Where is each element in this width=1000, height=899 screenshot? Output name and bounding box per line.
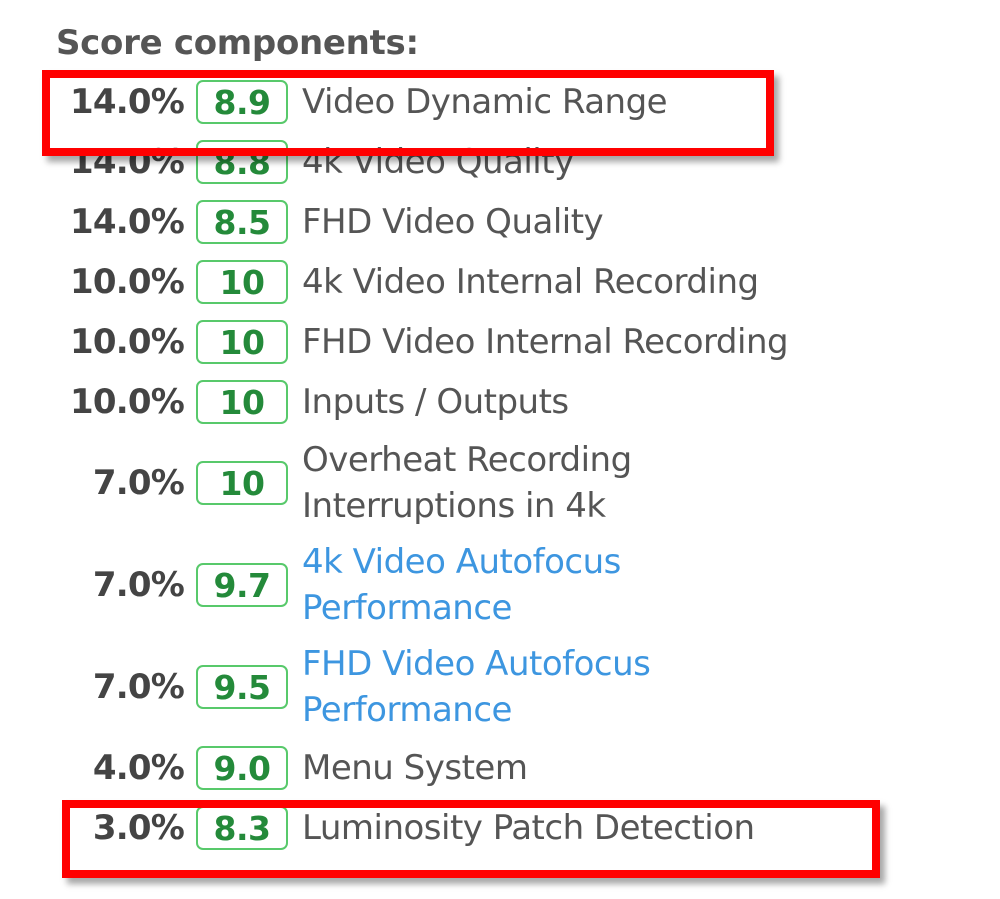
component-label-line: Interruptions in 4k <box>302 486 606 526</box>
component-weight: 3.0% <box>92 808 185 848</box>
component-label: Menu System <box>302 748 528 788</box>
component-row-fhd-video-quality: 14.0% 8.5 FHD Video Quality <box>56 192 956 252</box>
component-score-badge: 10 <box>196 320 288 364</box>
component-weight: 7.0% <box>92 463 185 503</box>
component-weight: 4.0% <box>92 748 185 788</box>
component-label-line[interactable]: FHD Video Autofocus <box>302 644 651 684</box>
component-score-badge: 8.3 <box>196 806 288 850</box>
component-row-video-dynamic-range: 14.0% 8.9 Video Dynamic Range <box>56 72 956 132</box>
component-score-badge: 8.8 <box>196 140 288 184</box>
component-weight: 10.0% <box>70 322 185 362</box>
component-label: Inputs / Outputs <box>302 382 569 422</box>
component-score-badge: 9.7 <box>196 563 288 607</box>
component-label: Overheat Recording Interruptions in 4k <box>302 437 632 529</box>
component-weight: 10.0% <box>70 262 185 302</box>
component-weight: 10.0% <box>70 382 185 422</box>
component-link-4k-autofocus[interactable]: 4k Video Autofocus Performance <box>302 539 621 631</box>
component-label-line: Overheat Recording <box>302 440 632 480</box>
component-row-menu-system: 4.0% 9.0 Menu System <box>56 738 956 798</box>
component-weight: 14.0% <box>70 202 185 242</box>
component-label: Video Dynamic Range <box>302 82 668 122</box>
component-label: FHD Video Quality <box>302 202 604 242</box>
component-weight: 14.0% <box>70 82 185 122</box>
component-score-badge: 8.9 <box>196 80 288 124</box>
component-label-line[interactable]: Performance <box>302 690 512 730</box>
component-row-4k-video-quality: 14.0% 8.8 4k Video Quality <box>56 132 956 192</box>
component-score-badge: 10 <box>196 260 288 304</box>
component-label-line[interactable]: Performance <box>302 588 512 628</box>
component-row-fhd-internal-recording: 10.0% 10 FHD Video Internal Recording <box>56 312 956 372</box>
component-row-fhd-autofocus: 7.0% 9.5 FHD Video Autofocus Performance <box>56 636 956 738</box>
component-score-badge: 10 <box>196 461 288 505</box>
component-score-badge: 9.0 <box>196 746 288 790</box>
component-row-overheat-interruptions: 7.0% 10 Overheat Recording Interruptions… <box>56 432 956 534</box>
score-components-panel: Score components: 14.0% 8.9 Video Dynami… <box>56 18 956 858</box>
component-score-badge: 9.5 <box>196 665 288 709</box>
section-title: Score components: <box>56 23 419 63</box>
component-weight: 14.0% <box>70 142 185 182</box>
component-label: 4k Video Internal Recording <box>302 262 759 302</box>
component-weight: 7.0% <box>92 667 185 707</box>
component-weight: 7.0% <box>92 565 185 605</box>
component-row-luminosity-patch: 3.0% 8.3 Luminosity Patch Detection <box>56 798 956 858</box>
component-row-4k-autofocus: 7.0% 9.7 4k Video Autofocus Performance <box>56 534 956 636</box>
component-row-4k-internal-recording: 10.0% 10 4k Video Internal Recording <box>56 252 956 312</box>
component-link-fhd-autofocus[interactable]: FHD Video Autofocus Performance <box>302 641 651 733</box>
component-row-inputs-outputs: 10.0% 10 Inputs / Outputs <box>56 372 956 432</box>
component-label: 4k Video Quality <box>302 142 574 182</box>
component-score-badge: 10 <box>196 380 288 424</box>
component-score-badge: 8.5 <box>196 200 288 244</box>
component-label: Luminosity Patch Detection <box>302 808 755 848</box>
component-label-line[interactable]: 4k Video Autofocus <box>302 542 621 582</box>
component-label: FHD Video Internal Recording <box>302 322 789 362</box>
